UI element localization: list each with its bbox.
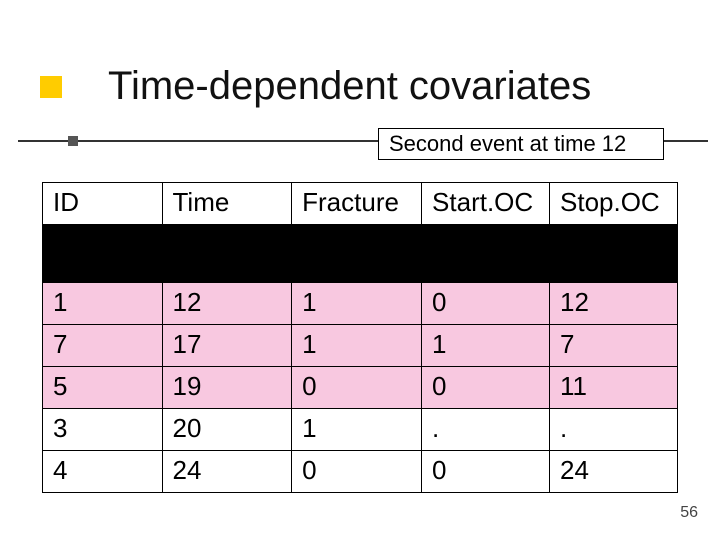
slide: Time-dependent covariates Second event a…: [0, 0, 720, 540]
title-tick-icon: [68, 136, 78, 146]
cell-fracture: 0: [292, 451, 422, 493]
cell-stopoc: 11: [550, 367, 678, 409]
cell-time: 17: [162, 325, 292, 367]
cell-id: 7: [43, 325, 163, 367]
table-header-row: ID Time Fracture Start.OC Stop.OC: [43, 183, 678, 225]
callout-box: Second event at time 12: [378, 128, 664, 160]
callout-text: Second event at time 12: [389, 131, 626, 157]
cell-fracture: 1: [292, 409, 422, 451]
slide-title: Time-dependent covariates: [108, 64, 591, 108]
title-wrap: Time-dependent covariates: [108, 64, 680, 128]
col-header-stopoc: Stop.OC: [550, 183, 678, 225]
col-header-startoc: Start.OC: [422, 183, 550, 225]
cell-time: 19: [162, 367, 292, 409]
cell-startoc: 0: [422, 451, 550, 493]
cell-id: 5: [43, 367, 163, 409]
col-header-fracture: Fracture: [292, 183, 422, 225]
cell-time: 20: [162, 409, 292, 451]
cell-time: 12: [162, 283, 292, 325]
cell-fracture: 0: [292, 367, 422, 409]
cell-startoc: .: [422, 409, 550, 451]
cell-startoc: 0: [422, 283, 550, 325]
table-row: 4 24 0 0 24: [43, 451, 678, 493]
cell-stopoc: .: [550, 409, 678, 451]
cell-stopoc: 12: [550, 283, 678, 325]
cell-time: 24: [162, 451, 292, 493]
table-row: 1 12 1 0 12: [43, 283, 678, 325]
cell-fracture: 1: [292, 283, 422, 325]
data-table: ID Time Fracture Start.OC Stop.OC 1 12 1…: [42, 182, 678, 493]
col-header-id: ID: [43, 183, 163, 225]
col-header-time: Time: [162, 183, 292, 225]
cell-startoc: 1: [422, 325, 550, 367]
table-row: 3 20 1 . .: [43, 409, 678, 451]
page-number: 56: [680, 504, 698, 522]
cell-id: 1: [43, 283, 163, 325]
redacted-cell: [43, 225, 678, 283]
cell-stopoc: 7: [550, 325, 678, 367]
cell-id: 3: [43, 409, 163, 451]
cell-stopoc: 24: [550, 451, 678, 493]
cell-fracture: 1: [292, 325, 422, 367]
table-row: 7 17 1 1 7: [43, 325, 678, 367]
cell-id: 4: [43, 451, 163, 493]
redacted-row: [43, 225, 678, 283]
table-row: 5 19 0 0 11: [43, 367, 678, 409]
cell-startoc: 0: [422, 367, 550, 409]
title-square-icon: [40, 76, 62, 98]
